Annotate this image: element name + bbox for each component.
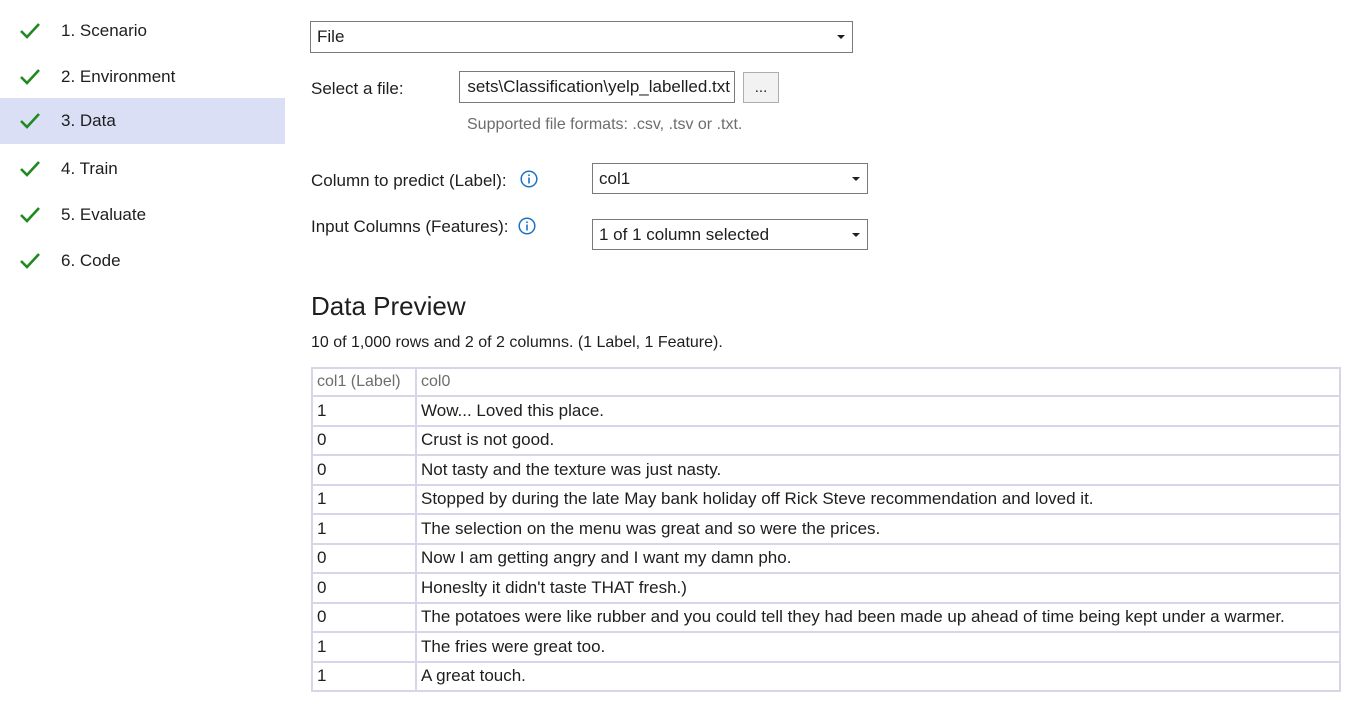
feature-cell: The selection on the menu was great and … bbox=[415, 513, 1341, 545]
label-cell: 0 bbox=[311, 572, 417, 604]
feature-cell: Crust is not good. bbox=[415, 424, 1341, 456]
chevron-down-icon bbox=[852, 176, 860, 181]
chevron-down-icon bbox=[837, 35, 845, 39]
feature-cell: A great touch. bbox=[415, 660, 1341, 692]
feature-cell: Stopped by during the late May bank holi… bbox=[415, 483, 1341, 515]
feature-columns-label: Input Columns (Features): bbox=[311, 217, 509, 236]
label-cell: 1 bbox=[311, 395, 417, 427]
label-column-value: col1 bbox=[599, 168, 631, 188]
label-column-label: Column to predict (Label): bbox=[311, 171, 507, 190]
label-cell: 0 bbox=[311, 542, 417, 574]
table-row: 0 Now I am getting angry and I want my da… bbox=[311, 542, 1341, 574]
feature-cell: Honeslty it didn't taste THAT fresh.) bbox=[415, 572, 1341, 604]
label-cell: 1 bbox=[311, 660, 417, 692]
data-preview-table: col1 (Label) col0 1 Wow... Loved this pla… bbox=[311, 367, 1341, 692]
table-row: 1A great touch. bbox=[311, 660, 1341, 692]
label-column-dropdown[interactable]: col1 bbox=[592, 163, 868, 194]
info-icon[interactable] bbox=[518, 217, 536, 235]
file-path-input[interactable]: sets\Classification\yelp_labelled.txt bbox=[459, 71, 735, 103]
column-header-feature[interactable]: col0 bbox=[415, 367, 1341, 397]
table-row: 1 Stopped by during the late May bank hol… bbox=[311, 483, 1341, 515]
supported-formats-hint: Supported file formats: .csv, .tsv or .t… bbox=[467, 116, 743, 133]
feature-columns-dropdown[interactable]: 1 of 1 column selected bbox=[592, 219, 868, 250]
label-cell: 0 bbox=[311, 424, 417, 456]
data-source-dropdown[interactable]: File bbox=[310, 21, 853, 53]
table-row: 1 Wow... Loved this place. bbox=[311, 395, 1341, 427]
table-row: 0 Not tasty and the texture was just nast… bbox=[311, 454, 1341, 486]
table-row: 1 The fries were great too. bbox=[311, 631, 1341, 663]
table-row: 0 Honeslty it didn't taste THAT fresh.) bbox=[311, 572, 1341, 604]
column-header-label[interactable]: col1 (Label) bbox=[311, 367, 417, 397]
data-preview-title: Data Preview bbox=[311, 291, 466, 321]
feature-cell: Not tasty and the texture was just nasty… bbox=[415, 454, 1341, 486]
select-file-label: Select a file: bbox=[311, 79, 404, 98]
browse-button[interactable]: ... bbox=[743, 72, 779, 103]
info-icon[interactable] bbox=[520, 170, 538, 188]
table-header-row: col1 (Label) col0 bbox=[311, 367, 1341, 397]
table-row: 1 The selection on the menu was great and… bbox=[311, 513, 1341, 545]
feature-cell: The potatoes were like rubber and you co… bbox=[415, 601, 1341, 633]
feature-cell: The fries were great too. bbox=[415, 631, 1341, 663]
table-row: 0 The potatoes were like rubber and you c… bbox=[311, 601, 1341, 633]
feature-cell: Now I am getting angry and I want my dam… bbox=[415, 542, 1341, 574]
label-cell: 1 bbox=[311, 631, 417, 663]
label-cell: 1 bbox=[311, 513, 417, 545]
label-cell: 0 bbox=[311, 454, 417, 486]
data-source-value: File bbox=[317, 27, 345, 46]
data-preview-summary: 10 of 1,000 rows and 2 of 2 columns. (1 … bbox=[311, 334, 723, 351]
chevron-down-icon bbox=[852, 232, 860, 237]
label-cell: 0 bbox=[311, 601, 417, 633]
feature-columns-value: 1 of 1 column selected bbox=[599, 224, 770, 244]
label-cell: 1 bbox=[311, 483, 417, 515]
table-row: 0 Crust is not good. bbox=[311, 424, 1341, 456]
data-step-panel: File Select a file: sets\Classification\… bbox=[0, 0, 1351, 719]
feature-cell: Wow... Loved this place. bbox=[415, 395, 1341, 427]
